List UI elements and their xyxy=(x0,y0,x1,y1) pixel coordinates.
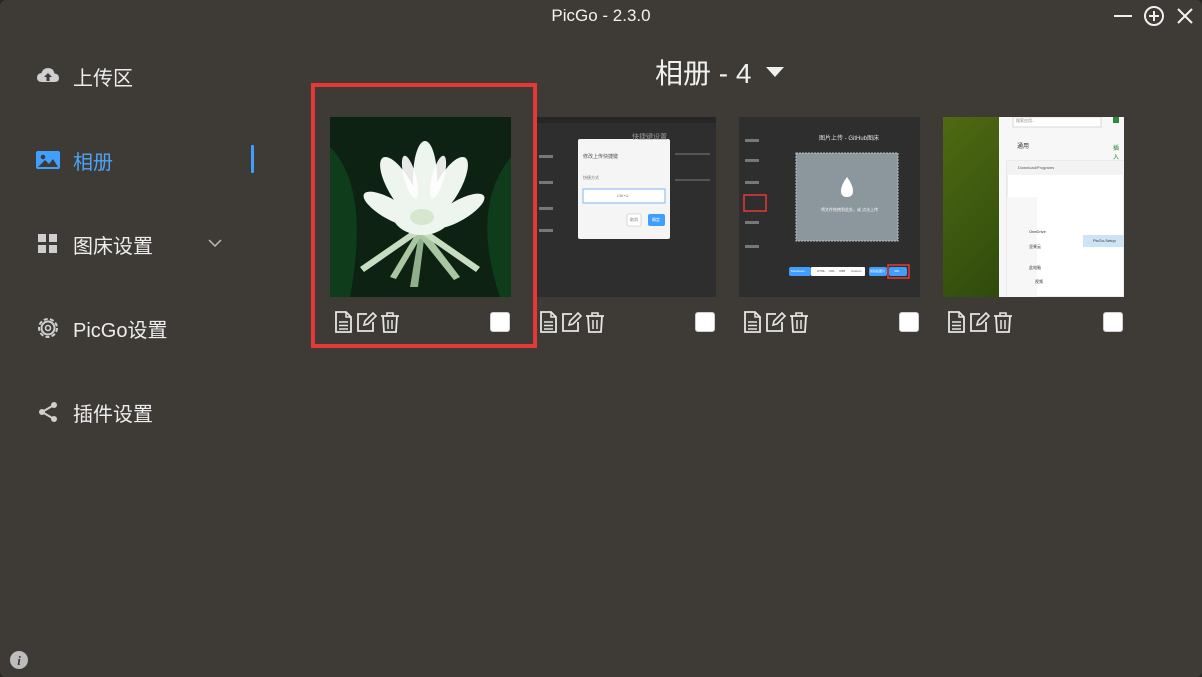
edit-icon[interactable] xyxy=(355,310,377,334)
edit-icon[interactable] xyxy=(764,310,786,334)
select-checkbox[interactable] xyxy=(899,312,919,332)
app-window: PicGo - 2.3.0 上传区 相册 图床设置 PicGo设置 插件设置 i… xyxy=(0,0,1202,677)
sidebar-item-picgo-settings[interactable]: PicGo设置 xyxy=(35,313,167,343)
thumb-page-title: 快捷键设置 xyxy=(632,134,667,141)
card-actions xyxy=(739,310,920,334)
info-icon[interactable]: i xyxy=(9,650,29,670)
thumb-tree-2: 此电脑 xyxy=(1029,265,1041,270)
thumbnail-upload-page[interactable]: 图片上传 - GitHub图床 将文件拖拽到此处，或 点击上传 Markdown… xyxy=(739,117,920,297)
gallery-card[interactable]: 图片上传 - GitHub图床 将文件拖拽到此处，或 点击上传 Markdown… xyxy=(739,117,920,334)
thumb-search: 搜索应用... xyxy=(1016,118,1036,123)
gallery-card[interactable] xyxy=(330,117,511,334)
select-checkbox[interactable] xyxy=(490,312,510,332)
sidebar-item-gallery[interactable]: 相册 xyxy=(35,145,113,175)
thumb-tree-3: 视频 xyxy=(1035,279,1043,284)
minimize-icon[interactable] xyxy=(1112,5,1134,27)
thumbnail-flower[interactable] xyxy=(330,117,511,297)
thumbnail-shortcut-dialog[interactable]: 快捷键设置 修改上传快捷键 快捷方式 Ctrl+U 取消 确定 xyxy=(535,117,716,297)
svg-text:i: i xyxy=(17,653,21,668)
edit-icon[interactable] xyxy=(968,310,990,334)
cloud-upload-icon xyxy=(35,63,61,89)
sidebar-item-label: 相册 xyxy=(73,151,113,174)
gallery-header[interactable]: 相册 - 4 xyxy=(655,52,785,92)
sidebar-item-label: 上传区 xyxy=(73,67,133,90)
caret-down-icon[interactable] xyxy=(765,65,785,79)
thumb-general: 通用 xyxy=(1017,144,1030,150)
thumb-btn-url: URL xyxy=(894,269,901,273)
sidebar: 上传区 相册 图床设置 PicGo设置 插件设置 i xyxy=(0,32,270,677)
document-icon[interactable] xyxy=(332,310,354,334)
maximize-icon[interactable] xyxy=(1143,5,1165,27)
select-checkbox[interactable] xyxy=(1103,312,1123,332)
document-icon[interactable] xyxy=(741,310,763,334)
thumb-format-2: URL xyxy=(829,269,836,273)
gear-icon xyxy=(35,315,61,341)
thumb-cancel: 取消 xyxy=(630,217,638,222)
sidebar-item-plugin-settings[interactable]: 插件设置 xyxy=(35,397,153,427)
thumb-format-3: UBB xyxy=(839,269,846,273)
trash-icon[interactable] xyxy=(379,310,401,334)
thumb-heading: 图片上传 - GitHub图床 xyxy=(819,136,880,142)
document-icon[interactable] xyxy=(945,310,967,334)
share-icon xyxy=(35,399,61,425)
thumb-dialog-label: 快捷方式 xyxy=(583,175,599,180)
thumb-install: 插入 xyxy=(1113,146,1120,161)
thumb-confirm: 确定 xyxy=(652,217,660,222)
trash-icon[interactable] xyxy=(788,310,810,334)
title-bar[interactable]: PicGo - 2.3.0 xyxy=(0,0,1202,32)
close-icon[interactable] xyxy=(1174,5,1196,27)
sidebar-item-pichost-settings[interactable]: 图床设置 xyxy=(35,229,153,259)
sidebar-item-upload[interactable]: 上传区 xyxy=(35,61,133,91)
chevron-down-icon[interactable] xyxy=(207,235,223,251)
trash-icon[interactable] xyxy=(584,310,606,334)
sidebar-item-label: 图床设置 xyxy=(73,235,153,258)
grid-icon xyxy=(35,231,61,257)
gallery-title: 相册 - 4 xyxy=(655,58,752,89)
thumb-tree-0: OneDrive xyxy=(1029,229,1046,234)
sidebar-item-label: PicGo设置 xyxy=(73,319,168,342)
thumbnail-file-explorer[interactable]: 搜索应用... 通用 插入 Download\Programs OneDrive… xyxy=(943,117,1124,297)
sidebar-item-label: 插件设置 xyxy=(73,403,153,426)
image-icon xyxy=(35,147,61,173)
card-actions xyxy=(330,310,511,334)
gallery-card[interactable]: 搜索应用... 通用 插入 Download\Programs OneDrive… xyxy=(943,117,1124,334)
thumb-dialog-value: Ctrl+U xyxy=(617,193,629,198)
thumb-path: Download\Programs xyxy=(1018,165,1055,170)
gallery-card[interactable]: 快捷键设置 修改上传快捷键 快捷方式 Ctrl+U 取消 确定 xyxy=(535,117,716,334)
thumb-format-4: Custom xyxy=(851,269,862,273)
thumb-format-0: Markdown xyxy=(791,269,805,273)
select-checkbox[interactable] xyxy=(695,312,715,332)
thumb-tree-1: 坚果云 xyxy=(1029,244,1041,249)
active-indicator xyxy=(251,145,254,173)
card-actions xyxy=(535,310,716,334)
window-title: PicGo - 2.3.0 xyxy=(551,6,651,25)
thumb-btn-clipboard: 剪贴板图片 xyxy=(870,269,886,273)
trash-icon[interactable] xyxy=(992,310,1014,334)
thumb-file: PicGo-Setup xyxy=(1093,238,1116,243)
thumb-dialog-title: 修改上传快捷键 xyxy=(583,154,619,160)
thumb-format-1: HTML xyxy=(817,269,826,273)
document-icon[interactable] xyxy=(537,310,559,334)
thumb-drop-text: 将文件拖拽到此处，或 点击上传 xyxy=(821,207,879,212)
card-actions xyxy=(943,310,1124,334)
edit-icon[interactable] xyxy=(560,310,582,334)
